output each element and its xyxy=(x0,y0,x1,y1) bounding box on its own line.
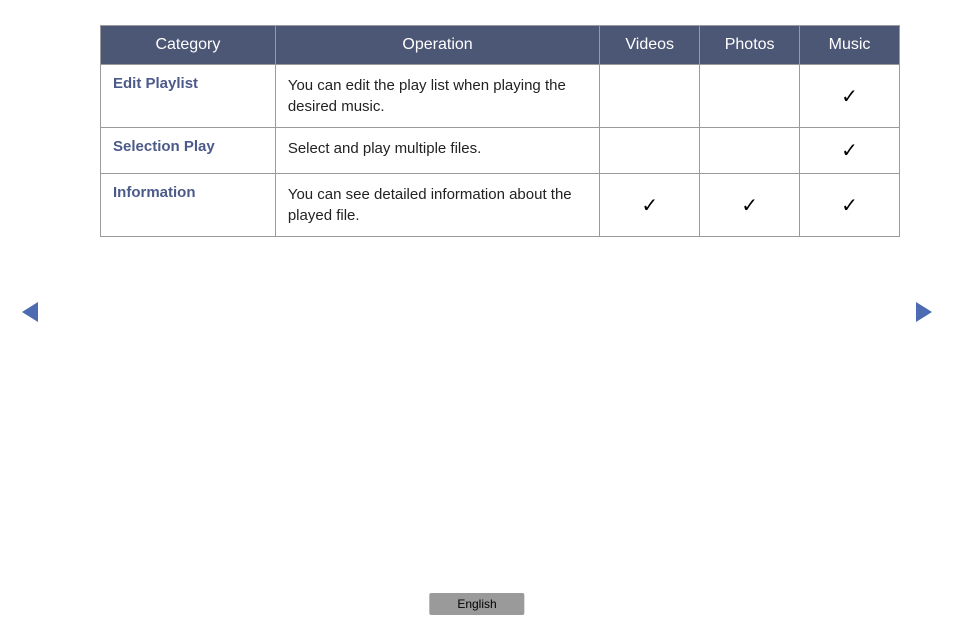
header-videos: Videos xyxy=(600,26,700,65)
operation-cell: Select and play multiple files. xyxy=(275,128,599,174)
header-category: Category xyxy=(101,26,276,65)
category-cell: Edit Playlist xyxy=(101,65,276,128)
table-row: Edit Playlist You can edit the play list… xyxy=(101,65,900,128)
photos-cell xyxy=(700,128,800,174)
feature-table-container: Category Operation Videos Photos Music E… xyxy=(100,25,900,237)
category-cell: Information xyxy=(101,174,276,237)
table-header-row: Category Operation Videos Photos Music xyxy=(101,26,900,65)
header-music: Music xyxy=(800,26,900,65)
previous-page-button[interactable] xyxy=(22,302,38,322)
videos-cell: ✓ xyxy=(600,174,700,237)
language-badge: English xyxy=(429,593,524,615)
table-row: Selection Play Select and play multiple … xyxy=(101,128,900,174)
photos-cell xyxy=(700,65,800,128)
next-page-button[interactable] xyxy=(916,302,932,322)
videos-cell xyxy=(600,65,700,128)
music-cell: ✓ xyxy=(800,128,900,174)
triangle-right-icon xyxy=(916,302,932,322)
triangle-left-icon xyxy=(22,302,38,322)
videos-cell xyxy=(600,128,700,174)
music-cell: ✓ xyxy=(800,174,900,237)
feature-table: Category Operation Videos Photos Music E… xyxy=(100,25,900,237)
operation-cell: You can see detailed information about t… xyxy=(275,174,599,237)
header-photos: Photos xyxy=(700,26,800,65)
table-row: Information You can see detailed informa… xyxy=(101,174,900,237)
music-cell: ✓ xyxy=(800,65,900,128)
operation-cell: You can edit the play list when playing … xyxy=(275,65,599,128)
category-cell: Selection Play xyxy=(101,128,276,174)
header-operation: Operation xyxy=(275,26,599,65)
photos-cell: ✓ xyxy=(700,174,800,237)
